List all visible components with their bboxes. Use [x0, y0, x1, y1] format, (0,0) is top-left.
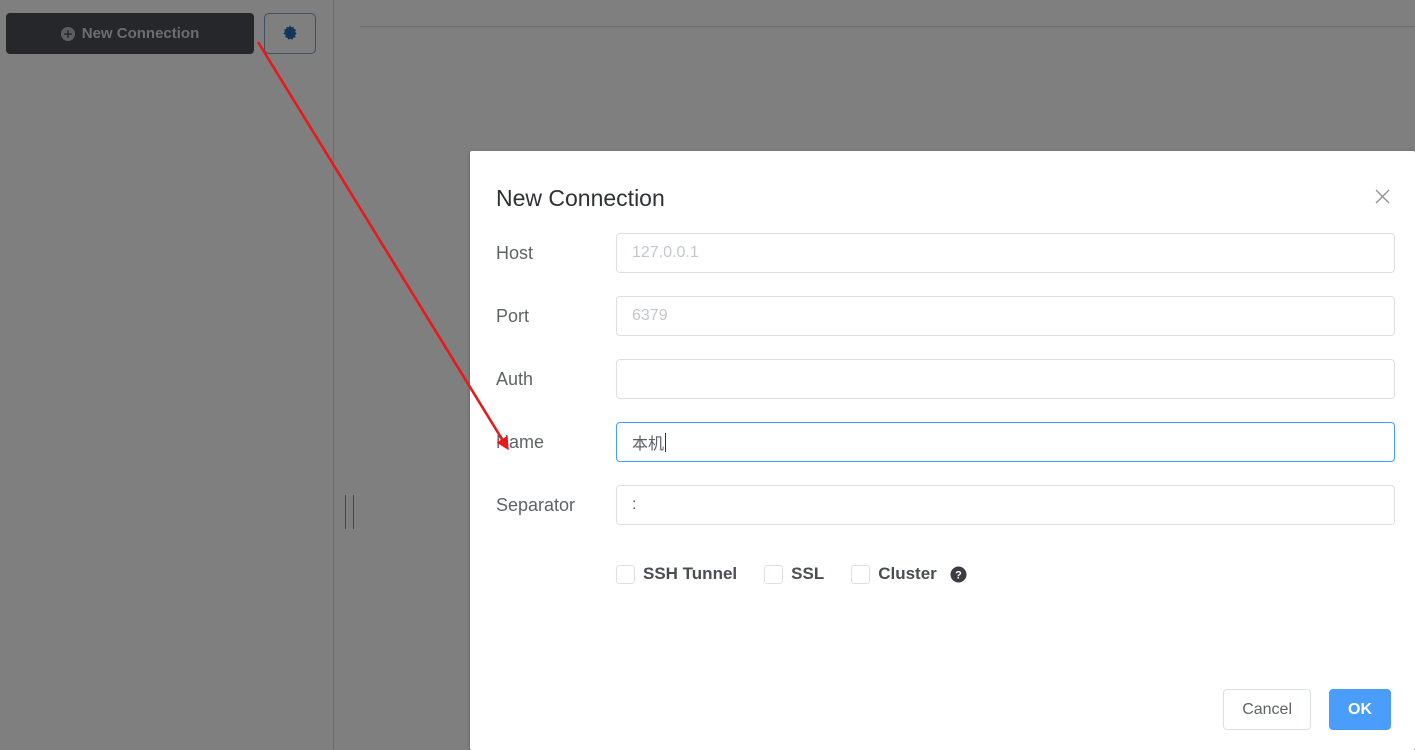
checkbox-ssl-box[interactable] [764, 564, 784, 584]
name-input[interactable]: 本机 [616, 422, 1395, 462]
new-connection-dialog: New Connection Host 127.0.0.1 Port 6379 [470, 151, 1415, 750]
separator-input[interactable]: : [616, 485, 1395, 525]
checkbox-cluster-label: Cluster [878, 564, 937, 583]
dialog-body: Host 127.0.0.1 Port 6379 Auth Name 本机 Se… [470, 233, 1415, 584]
dialog-title: New Connection [496, 185, 665, 211]
separator-label: Separator [496, 494, 576, 515]
checkbox-ssl[interactable]: SSL [764, 564, 824, 584]
form-row-host: Host 127.0.0.1 [496, 233, 1395, 273]
name-label: Name [496, 431, 545, 452]
host-input[interactable]: 127.0.0.1 [616, 233, 1395, 273]
checkbox-ssl-label: SSL [791, 564, 825, 583]
form-row-port: Port 6379 [496, 296, 1395, 336]
checkbox-ssh-tunnel[interactable]: SSH Tunnel [616, 564, 737, 584]
port-label: Port [496, 305, 530, 326]
auth-input[interactable] [616, 359, 1395, 399]
form-row-separator: Separator : [496, 485, 1395, 525]
checkbox-ssh-tunnel-box[interactable] [616, 564, 635, 584]
form-row-name: Name 本机 [496, 422, 1395, 462]
text-caret [665, 432, 667, 452]
host-input-placeholder: 127.0.0.1 [632, 244, 699, 261]
auth-label: Auth [496, 368, 534, 389]
application-window: New Connection Host 127.0.0.1 Port 6379 … [0, 0, 1415, 750]
checkbox-cluster[interactable]: Cluster ? [851, 564, 967, 584]
options-checkbox-row: SSH Tunnel SSL Cluster ? [616, 564, 1395, 584]
host-label: Host [496, 242, 534, 263]
name-input-value: 本机 [632, 436, 665, 453]
close-icon[interactable] [1369, 183, 1395, 209]
question-mark-icon[interactable]: ? [950, 566, 967, 583]
cancel-button[interactable]: Cancel [1223, 689, 1311, 730]
port-input[interactable]: 6379 [616, 296, 1395, 336]
separator-input-value: : [632, 496, 637, 513]
checkbox-ssh-tunnel-label: SSH Tunnel [643, 564, 738, 583]
checkbox-cluster-box[interactable] [851, 564, 871, 584]
port-input-placeholder: 6379 [632, 307, 668, 324]
form-row-auth: Auth [496, 359, 1395, 399]
ok-button[interactable]: OK [1329, 689, 1391, 730]
dialog-footer: Cancel OK [1223, 689, 1391, 730]
svg-text:?: ? [955, 569, 962, 581]
dialog-header: New Connection [470, 151, 1415, 233]
